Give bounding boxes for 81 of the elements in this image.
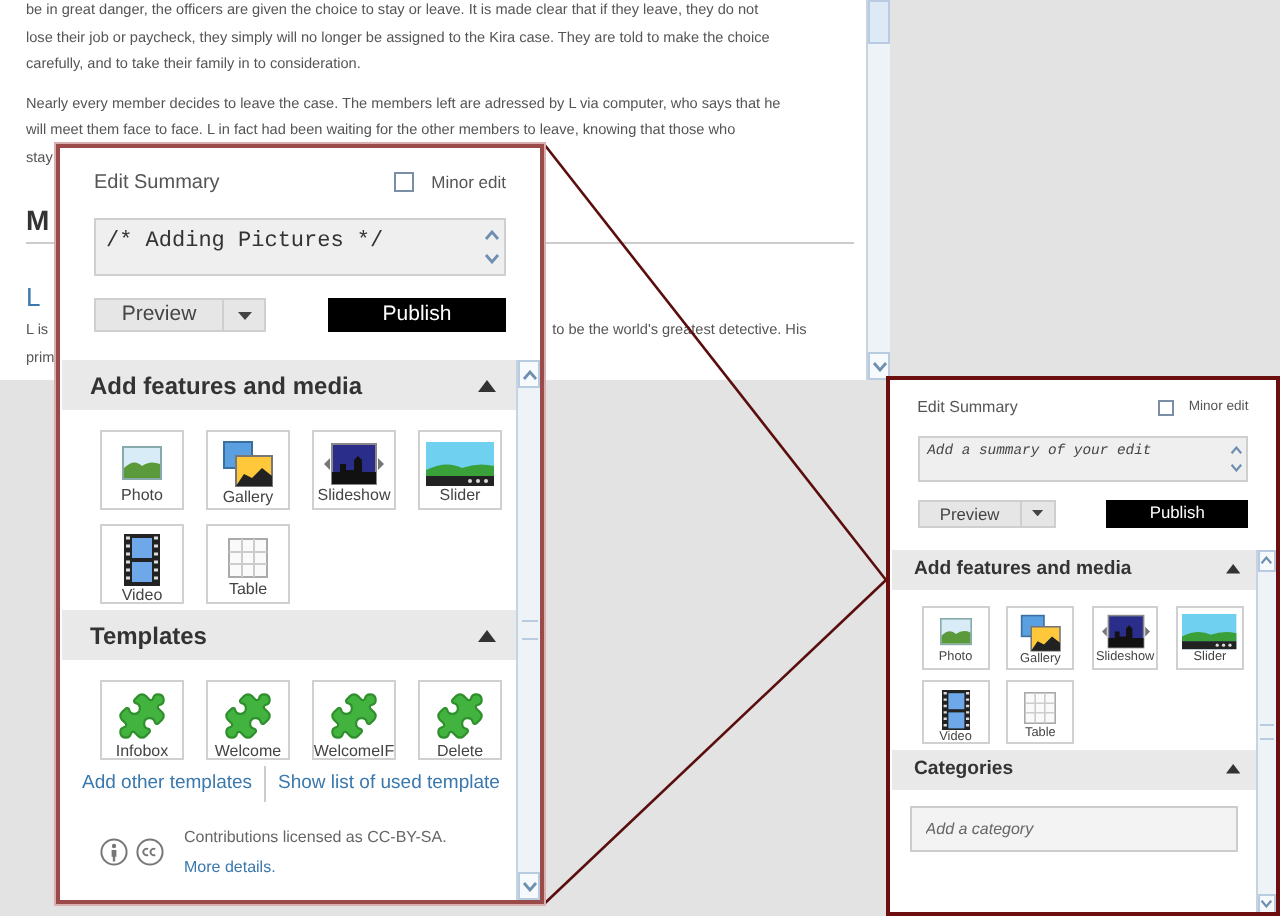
- landscape-icon: [939, 618, 972, 646]
- pictures-icon: [222, 440, 274, 488]
- tile-label: Slideshow: [317, 486, 391, 506]
- collapse-icon[interactable]: [1226, 564, 1241, 575]
- scroll-up-icon[interactable]: [1230, 445, 1244, 454]
- scroll-thumb[interactable]: [521, 620, 537, 640]
- landscape-icon: [122, 446, 162, 480]
- section-title: Add features and media: [913, 555, 1132, 584]
- media-tile[interactable]: Table: [206, 524, 290, 604]
- media-tile[interactable]: Video: [100, 524, 184, 604]
- puzzle-icon: [328, 690, 380, 742]
- minor-edit-checkbox[interactable]: [393, 172, 414, 192]
- slider-picture-icon: [1182, 614, 1238, 650]
- template-link[interactable]: Show list of used template: [278, 769, 500, 799]
- tile-label: WelcomeIF: [314, 742, 394, 758]
- tile-label: Photo: [121, 486, 163, 506]
- publish-button[interactable]: Publish: [1106, 499, 1249, 528]
- scrollbar[interactable]: [516, 360, 540, 900]
- media-tile[interactable]: Slideshow: [312, 430, 396, 510]
- section-heading: M: [26, 202, 50, 240]
- tile-label: Slider: [439, 486, 481, 506]
- scroll-down-icon[interactable]: [484, 253, 500, 264]
- caret-icon: [1032, 510, 1044, 517]
- tile-label: Table: [228, 580, 268, 600]
- section-header[interactable]: Templates: [62, 610, 516, 660]
- scroll-up-icon[interactable]: [1260, 556, 1274, 565]
- media-tile[interactable]: Photo: [100, 430, 184, 510]
- scroll-up-icon[interactable]: [521, 369, 537, 379]
- media-tile[interactable]: Gallery: [206, 430, 290, 510]
- grid-icon: [228, 537, 268, 577]
- tile-label: Video: [121, 586, 163, 602]
- scrollbar[interactable]: [866, 0, 890, 380]
- scroll-up-icon[interactable]: [484, 230, 500, 241]
- section-header[interactable]: Add features and media: [891, 549, 1257, 590]
- scroll-down-icon[interactable]: [1260, 900, 1274, 909]
- media-tile[interactable]: WelcomeIF: [312, 680, 396, 760]
- category-field[interactable]: Add a category: [910, 805, 1238, 852]
- media-tile[interactable]: Welcome: [206, 680, 290, 760]
- person-icon: [100, 838, 128, 866]
- slider-picture-icon: [426, 441, 494, 485]
- minor-edit-label: Minor edit: [431, 169, 506, 195]
- collapse-icon[interactable]: [478, 629, 496, 641]
- template-link[interactable]: Add other templates: [82, 769, 253, 799]
- section-header[interactable]: Add features and media: [62, 360, 516, 410]
- filmstrip-icon: [941, 689, 970, 731]
- creative-commons-icon: [136, 838, 164, 866]
- tile-label: Infobox: [115, 742, 169, 758]
- slideshow-icon: [324, 441, 384, 485]
- grid-icon: [1024, 691, 1057, 724]
- section-title: Add features and media: [90, 369, 363, 403]
- tile-label: Gallery: [222, 488, 274, 508]
- scroll-down-icon[interactable]: [1230, 464, 1244, 473]
- character-link[interactable]: L: [26, 278, 41, 318]
- license-text: Contributions licensed as CC-BY-SA. More details.: [184, 826, 449, 880]
- minor-edit-checkbox[interactable]: [1158, 399, 1175, 416]
- scroll-down-icon[interactable]: [521, 881, 537, 891]
- scroll-down-icon[interactable]: [871, 361, 887, 371]
- summary-field[interactable]: /* Adding Pictures */: [94, 218, 506, 276]
- scroll-thumb[interactable]: [1260, 724, 1274, 741]
- edit-summary-label: Edit Summary: [94, 169, 220, 197]
- collapse-icon[interactable]: [1226, 764, 1241, 775]
- media-tile[interactable]: Slider: [418, 430, 502, 510]
- tile-label: Delete: [436, 742, 484, 758]
- more-details-link[interactable]: More details.: [184, 858, 276, 876]
- puzzle-icon: [434, 690, 486, 742]
- section-title: Templates: [90, 619, 207, 653]
- scroll-thumb[interactable]: [868, 0, 890, 44]
- edit-summary-label: Edit Summary: [917, 395, 1018, 420]
- filmstrip-icon: [124, 534, 160, 586]
- scrollbar[interactable]: [1256, 549, 1276, 912]
- pictures-icon: [1019, 613, 1062, 653]
- tile-label: Welcome: [214, 742, 282, 758]
- publish-button[interactable]: Publish: [328, 298, 506, 332]
- slideshow-icon: [1101, 614, 1150, 650]
- section-title: Categories: [913, 755, 1014, 784]
- media-tile[interactable]: Delete: [418, 680, 502, 760]
- puzzle-icon: [222, 690, 274, 742]
- section-header[interactable]: Categories: [891, 749, 1257, 790]
- puzzle-icon: [116, 690, 168, 742]
- caret-icon: [237, 311, 251, 319]
- media-tile[interactable]: Infobox: [100, 680, 184, 760]
